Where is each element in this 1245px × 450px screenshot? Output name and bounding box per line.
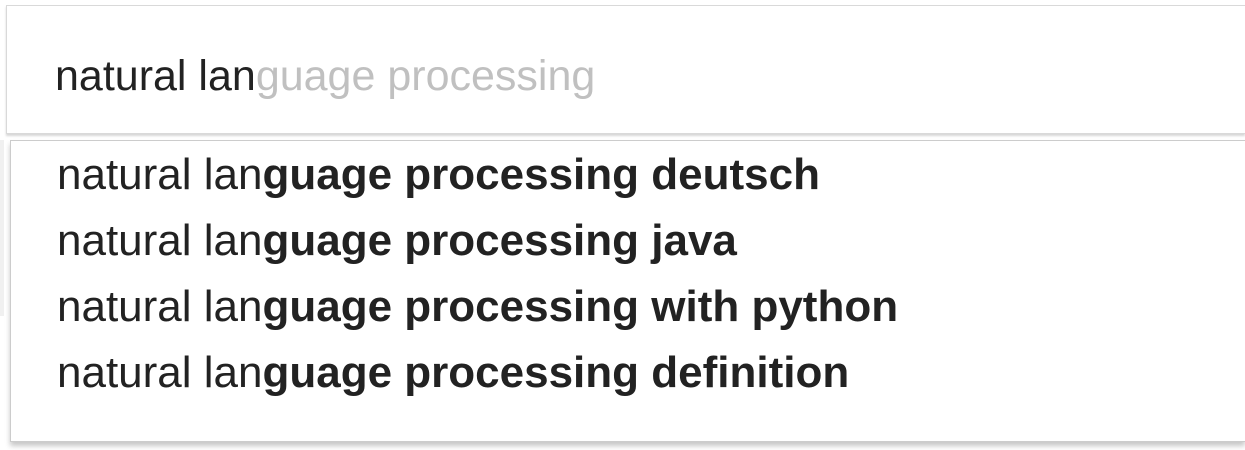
suggestion-item-java[interactable]: natural language processing java xyxy=(57,213,737,269)
search-query-text[interactable]: natural language processing xyxy=(55,50,595,102)
suggestion-completion: guage processing with python xyxy=(262,282,899,331)
search-autocomplete-screen: natural language processing natural lang… xyxy=(0,0,1245,450)
suggestion-prefix: natural lan xyxy=(57,150,263,199)
autocomplete-dropdown: natural language processing deutsch natu… xyxy=(10,140,1245,442)
typed-query: natural lan xyxy=(55,52,256,100)
suggestion-prefix: natural lan xyxy=(57,282,263,331)
suggestion-completion: guage processing definition xyxy=(262,348,850,397)
suggestion-completion: guage processing java xyxy=(262,216,737,265)
suggestion-item-python[interactable]: natural language processing with python xyxy=(57,279,898,335)
suggestion-prefix: natural lan xyxy=(57,216,263,265)
suggestion-completion: guage processing deutsch xyxy=(262,150,820,199)
suggestion-prefix: natural lan xyxy=(57,348,263,397)
background-strip xyxy=(0,140,4,316)
search-input[interactable]: natural language processing xyxy=(6,5,1245,134)
suggestion-item-definition[interactable]: natural language processing definition xyxy=(57,345,849,401)
suggestion-item-deutsch[interactable]: natural language processing deutsch xyxy=(57,147,820,203)
autocomplete-ghost-text: guage processing xyxy=(255,52,596,100)
